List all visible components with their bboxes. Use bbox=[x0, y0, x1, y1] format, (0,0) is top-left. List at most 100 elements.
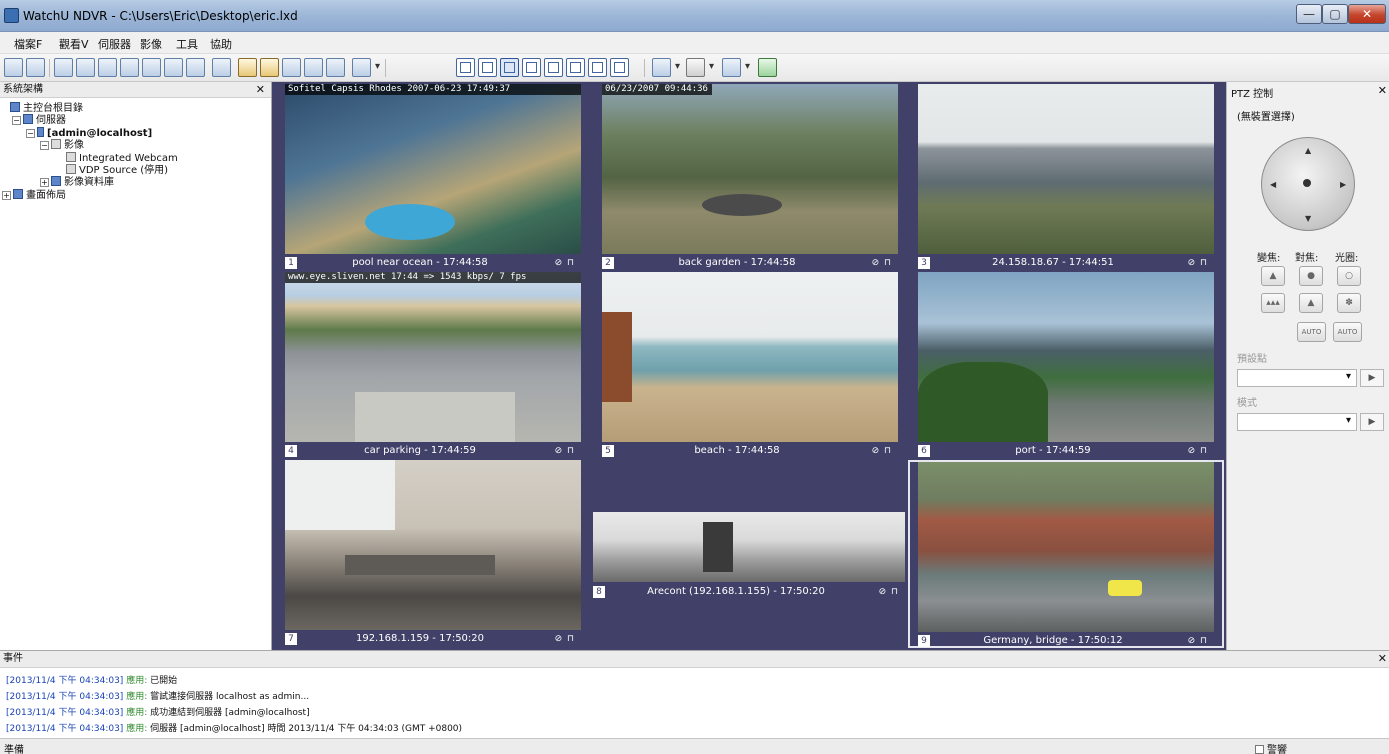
collapse-icon[interactable]: − bbox=[12, 116, 21, 125]
database-icon bbox=[51, 176, 61, 186]
video-tile-2[interactable]: 06/23/2007 09:44:36 2 back garden - 17:4… bbox=[602, 84, 898, 270]
alarm-toggle[interactable]: 警響 bbox=[1255, 741, 1287, 754]
tile-number: 3 bbox=[918, 257, 930, 269]
layout-1p7-icon[interactable] bbox=[566, 58, 585, 77]
tile-number: 9 bbox=[918, 635, 930, 647]
zoom-in-button[interactable]: ▲ bbox=[1261, 266, 1285, 286]
tree-video[interactable]: − 影像 bbox=[40, 139, 84, 152]
camera-icon bbox=[66, 152, 76, 162]
arrow-up-icon[interactable]: ▲ bbox=[1305, 146, 1311, 155]
snapshot-icon[interactable] bbox=[164, 58, 183, 77]
stream-status-icon: ⊘ ⊓ bbox=[554, 634, 575, 644]
video-tile-3[interactable]: 3 24.158.18.67 - 17:44:51 ⊘ ⊓ bbox=[918, 84, 1214, 270]
tree-layout[interactable]: + 畫面佈局 bbox=[2, 189, 66, 202]
pattern-label: 模式 bbox=[1237, 398, 1257, 409]
video-tile-4[interactable]: www.eye.sliven.net 17:44 => 1543 kbps/ 7… bbox=[285, 272, 581, 458]
video-tile-1[interactable]: Sofitel Capsis Rhodes 2007-06-23 17:49:3… bbox=[285, 84, 581, 270]
panel-icon[interactable] bbox=[54, 58, 73, 77]
menu-help[interactable]: 協助 bbox=[210, 36, 232, 52]
iris-label: 光圈: bbox=[1335, 253, 1359, 264]
event-row: [2013/11/4 下午 04:34:03] 應用: 伺服器 [admin@l… bbox=[6, 724, 463, 734]
pattern-select[interactable] bbox=[1237, 413, 1357, 431]
iris-open-button[interactable]: ○ bbox=[1337, 266, 1361, 286]
video-tile-7[interactable]: 7 192.168.1.159 - 17:50:20 ⊘ ⊓ bbox=[285, 460, 581, 646]
focus-near-button[interactable]: ● bbox=[1299, 266, 1323, 286]
user-dropdown-icon[interactable] bbox=[352, 58, 380, 77]
document-icon[interactable] bbox=[326, 58, 345, 77]
video-grid: Sofitel Capsis Rhodes 2007-06-23 17:49:3… bbox=[272, 82, 1226, 650]
window-title: WatchU NDVR - C:\Users\Eric\Desktop\eric… bbox=[23, 9, 298, 23]
image-dropdown-icon[interactable] bbox=[722, 58, 750, 77]
fountain-shape bbox=[702, 194, 782, 216]
video-image-8 bbox=[593, 512, 905, 582]
video-tile-5[interactable]: 5 beach - 17:44:58 ⊘ ⊓ bbox=[602, 272, 898, 458]
menu-video[interactable]: 影像 bbox=[140, 36, 162, 52]
building-shape bbox=[602, 312, 632, 402]
minimize-button[interactable]: — bbox=[1296, 4, 1322, 24]
layout-2p8-icon[interactable] bbox=[610, 58, 629, 77]
layout-4x4-icon[interactable] bbox=[522, 58, 541, 77]
video-caption-8: 8 Arecont (192.168.1.155) - 17:50:20 ⊘ ⊓ bbox=[593, 585, 905, 599]
collapse-icon[interactable]: − bbox=[40, 141, 49, 150]
arrow-down-icon[interactable]: ▼ bbox=[1305, 214, 1311, 223]
maximize-button[interactable]: ▢ bbox=[1322, 4, 1348, 24]
fullscreen-icon[interactable] bbox=[212, 58, 231, 77]
video-caption-2: 2 back garden - 17:44:58 ⊘ ⊓ bbox=[602, 256, 898, 270]
expand-icon[interactable]: + bbox=[2, 191, 11, 200]
close-icon[interactable]: ✕ bbox=[1378, 651, 1387, 667]
expand-icon[interactable]: + bbox=[40, 178, 49, 187]
zoom-out-button[interactable]: ▴▴▴ bbox=[1261, 293, 1285, 313]
video-caption-5: 5 beach - 17:44:58 ⊘ ⊓ bbox=[602, 444, 898, 458]
monitor-dropdown-icon[interactable] bbox=[652, 58, 680, 77]
camera-dropdown-icon[interactable] bbox=[686, 58, 714, 77]
disk-icon[interactable] bbox=[26, 58, 45, 77]
video-tile-9[interactable]: 9 Germany, bridge - 17:50:12 ⊘ ⊓ bbox=[908, 460, 1224, 648]
video-tile-8[interactable]: 8 Arecont (192.168.1.155) - 17:50:20 ⊘ ⊓ bbox=[593, 460, 905, 646]
window-shape bbox=[285, 460, 395, 530]
save-icon[interactable] bbox=[4, 58, 23, 77]
video-caption-6: 6 port - 17:44:59 ⊘ ⊓ bbox=[918, 444, 1214, 458]
servers-icon bbox=[23, 114, 33, 124]
ptz-joystick[interactable]: ▲ ▼ ◀ ▶ bbox=[1261, 137, 1355, 231]
close-icon[interactable]: ✕ bbox=[256, 82, 265, 97]
close-icon[interactable]: ✕ bbox=[1378, 84, 1387, 97]
layout-1p12-icon[interactable] bbox=[588, 58, 607, 77]
preset-play-button[interactable]: ▶ bbox=[1360, 369, 1384, 387]
layout-1p5-icon[interactable] bbox=[544, 58, 563, 77]
close-button[interactable]: ✕ bbox=[1348, 4, 1386, 24]
menu-view[interactable]: 觀看V bbox=[59, 36, 89, 52]
menu-server[interactable]: 伺服器 bbox=[98, 36, 131, 52]
layout-2x2-icon[interactable] bbox=[478, 58, 497, 77]
sequence-icon[interactable] bbox=[758, 58, 777, 77]
edit-icon[interactable] bbox=[98, 58, 117, 77]
layout-1x1-icon[interactable] bbox=[456, 58, 475, 77]
iris-auto-button[interactable]: AUTO bbox=[1333, 322, 1362, 342]
tree-servers[interactable]: − 伺服器 bbox=[12, 114, 66, 127]
menu-tools[interactable]: 工具 bbox=[176, 36, 198, 52]
iris-close-button[interactable]: ✽ bbox=[1337, 293, 1361, 313]
pencil-icon[interactable] bbox=[238, 58, 257, 77]
menu-file[interactable]: 檔案F bbox=[14, 36, 42, 52]
joystick-center-icon[interactable] bbox=[1303, 179, 1311, 187]
video-tile-6[interactable]: 6 port - 17:44:59 ⊘ ⊓ bbox=[918, 272, 1214, 458]
record-icon[interactable] bbox=[120, 58, 139, 77]
video-caption-9: 9 Germany, bridge - 17:50:12 ⊘ ⊓ bbox=[918, 634, 1214, 648]
window-icon[interactable] bbox=[76, 58, 95, 77]
preset-select[interactable] bbox=[1237, 369, 1357, 387]
focus-auto-button[interactable]: AUTO bbox=[1297, 322, 1326, 342]
save-layout-icon[interactable] bbox=[142, 58, 161, 77]
collapse-icon[interactable]: − bbox=[26, 129, 35, 138]
alarm-icon[interactable] bbox=[186, 58, 205, 77]
tag-icon[interactable] bbox=[260, 58, 279, 77]
pattern-play-button[interactable]: ▶ bbox=[1360, 413, 1384, 431]
checkbox-icon[interactable] bbox=[1255, 745, 1264, 754]
globe-icon[interactable] bbox=[304, 58, 323, 77]
monitor-shape bbox=[703, 522, 733, 572]
layout-3x3-icon[interactable] bbox=[500, 58, 519, 77]
tree-database[interactable]: + 影像資料庫 bbox=[40, 176, 114, 189]
focus-far-button[interactable]: ▲ bbox=[1299, 293, 1323, 313]
arrow-right-icon[interactable]: ▶ bbox=[1340, 180, 1346, 189]
arrow-left-icon[interactable]: ◀ bbox=[1270, 180, 1276, 189]
system-tree-title: 系統架構 bbox=[3, 84, 43, 95]
link-icon[interactable] bbox=[282, 58, 301, 77]
